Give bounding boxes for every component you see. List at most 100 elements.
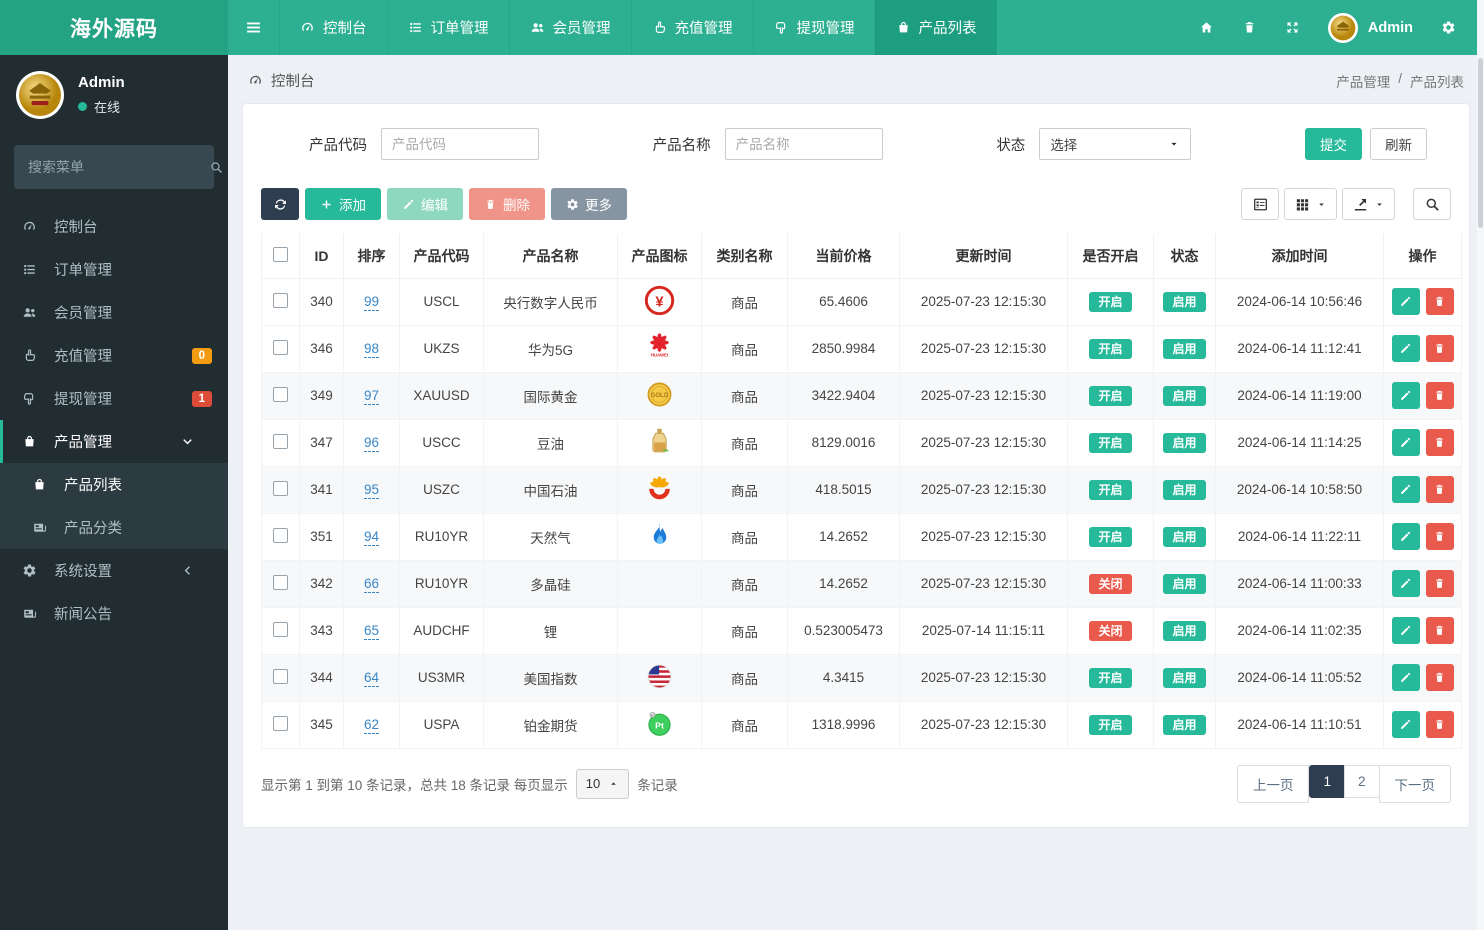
table-search-button[interactable] [1413,188,1451,220]
topnav-item-withdraw[interactable]: 提现管理 [752,0,875,55]
table-row: 343 65 AUDCHF 锂 商品 0.523005473 2025-07-14 11:1… [261,606,1462,655]
name-filter-input[interactable] [724,128,883,160]
breadcrumb-parent[interactable]: 产品管理 [1336,71,1390,91]
sidebar-item-recharge[interactable]: 充值管理 0 [0,334,228,377]
sidebar-item-system-settings[interactable]: 系统设置 [0,549,228,592]
add-button[interactable]: 添加 [305,188,381,220]
row-checkbox[interactable] [273,574,288,590]
row-edit-button[interactable] [1391,288,1420,315]
sort-link[interactable]: 96 [363,435,380,452]
row-edit-button[interactable] [1391,523,1420,550]
export-button[interactable] [1342,188,1395,220]
search-icon[interactable] [209,160,224,175]
home-button[interactable] [1185,20,1228,35]
sort-link[interactable]: 62 [363,717,380,734]
sidebar-item-members[interactable]: 会员管理 [0,291,228,334]
row-checkbox[interactable] [273,480,288,496]
row-edit-button[interactable] [1391,429,1420,456]
row-delete-button[interactable] [1425,476,1454,503]
row-checkbox[interactable] [273,527,288,543]
row-delete-button[interactable] [1425,617,1454,644]
row-delete-button[interactable] [1425,711,1454,738]
row-edit-button[interactable] [1391,570,1420,597]
page-size-select[interactable]: 10 [575,768,630,799]
submit-button[interactable]: 提交 [1304,128,1362,160]
topnav-item-product-list[interactable]: 产品列表 [874,0,997,55]
row-edit-button[interactable] [1391,711,1420,738]
row-edit-button[interactable] [1391,617,1420,644]
row-checkbox[interactable] [273,621,288,637]
more-button[interactable]: 更多 [551,188,627,220]
code-filter-input[interactable] [381,128,539,160]
row-delete-button[interactable] [1425,664,1454,691]
sort-link[interactable]: 99 [363,294,380,311]
select-all-checkbox[interactable] [273,246,288,262]
cell-actions [1383,512,1462,561]
delete-button[interactable]: 删除 [469,188,545,220]
prev-page-button[interactable]: 上一页 [1236,764,1310,803]
sidebar-toggle-button[interactable] [228,0,279,55]
cell-status: 启用 [1153,512,1216,561]
sidebar-item-product-mgmt[interactable]: 产品管理 [0,420,228,463]
table-footer: 显示第 1 到第 10 条记录，总共 18 条记录 每页显示 10 条记录 上一… [261,764,1451,803]
row-checkbox[interactable] [273,715,288,731]
topnav-item-recharge[interactable]: 充值管理 [630,0,753,55]
user-menu[interactable]: Admin [1314,12,1427,43]
sort-link[interactable]: 95 [363,482,380,499]
sidebar-item-orders[interactable]: 订单管理 [0,248,228,291]
row-delete-button[interactable] [1425,523,1454,550]
refresh-button[interactable]: 刷新 [1369,128,1427,160]
sidebar-item-withdraw[interactable]: 提现管理 1 [0,377,228,420]
row-checkbox[interactable] [273,386,288,402]
topnav-item-orders[interactable]: 订单管理 [386,0,509,55]
sidebar-item-console[interactable]: 控制台 [0,205,228,248]
row-checkbox[interactable] [273,433,288,449]
scrollbar-thumb[interactable] [1478,58,1483,228]
next-page-button[interactable]: 下一页 [1378,764,1451,803]
row-checkbox[interactable] [273,668,288,684]
row-edit-button[interactable] [1391,476,1420,503]
status-badge: 启用 [1163,714,1206,735]
row-edit-button[interactable] [1391,382,1420,409]
columns-button[interactable] [1284,188,1337,220]
row-delete-button[interactable] [1425,570,1454,597]
page-scrollbar[interactable] [1477,0,1484,930]
breadcrumb[interactable]: 控制台 [248,70,315,91]
trash-button[interactable] [1228,20,1271,35]
fullscreen-button[interactable] [1271,20,1314,35]
sort-link[interactable]: 64 [363,670,380,687]
sort-link[interactable]: 94 [363,529,380,546]
page-button-2[interactable]: 2 [1343,764,1380,798]
row-delete-button[interactable] [1425,382,1454,409]
col-category: 类别名称 [701,234,788,279]
sidebar-item-product-list[interactable]: 产品列表 [0,463,228,506]
status-select[interactable]: 选择 [1039,128,1192,160]
row-delete-button[interactable] [1425,288,1454,315]
sort-link[interactable]: 65 [363,623,380,640]
topnav-item-members[interactable]: 会员管理 [508,0,631,55]
cell-icon [617,606,702,655]
sort-link[interactable]: 98 [363,341,380,358]
row-edit-button[interactable] [1391,664,1420,691]
product-list-card: 产品代码 产品名称 状态 选择 提交 刷新 [242,103,1470,828]
edit-button[interactable]: 编辑 [387,188,463,220]
row-checkbox[interactable] [273,339,288,355]
detail-view-button[interactable] [1241,188,1279,220]
sort-link[interactable]: 97 [363,388,380,405]
settings-button[interactable] [1427,20,1470,35]
cell-category: 商品 [701,653,788,702]
sidebar-search-input[interactable] [28,159,209,175]
brand-logo[interactable]: 海外源码 [0,0,228,55]
row-delete-button[interactable] [1425,335,1454,362]
row-checkbox[interactable] [273,292,288,308]
row-delete-button[interactable] [1425,429,1454,456]
page-button-1[interactable]: 1 [1309,764,1345,798]
refresh-icon [274,198,287,211]
sort-link[interactable]: 66 [363,576,380,593]
topnav-item-console[interactable]: 控制台 [279,0,387,55]
sidebar-item-news[interactable]: 新闻公告 [0,592,228,635]
row-edit-button[interactable] [1391,335,1420,362]
reload-button[interactable] [261,188,299,220]
sidebar-item-product-category[interactable]: 产品分类 [0,506,228,549]
row-select-cell [261,465,300,514]
